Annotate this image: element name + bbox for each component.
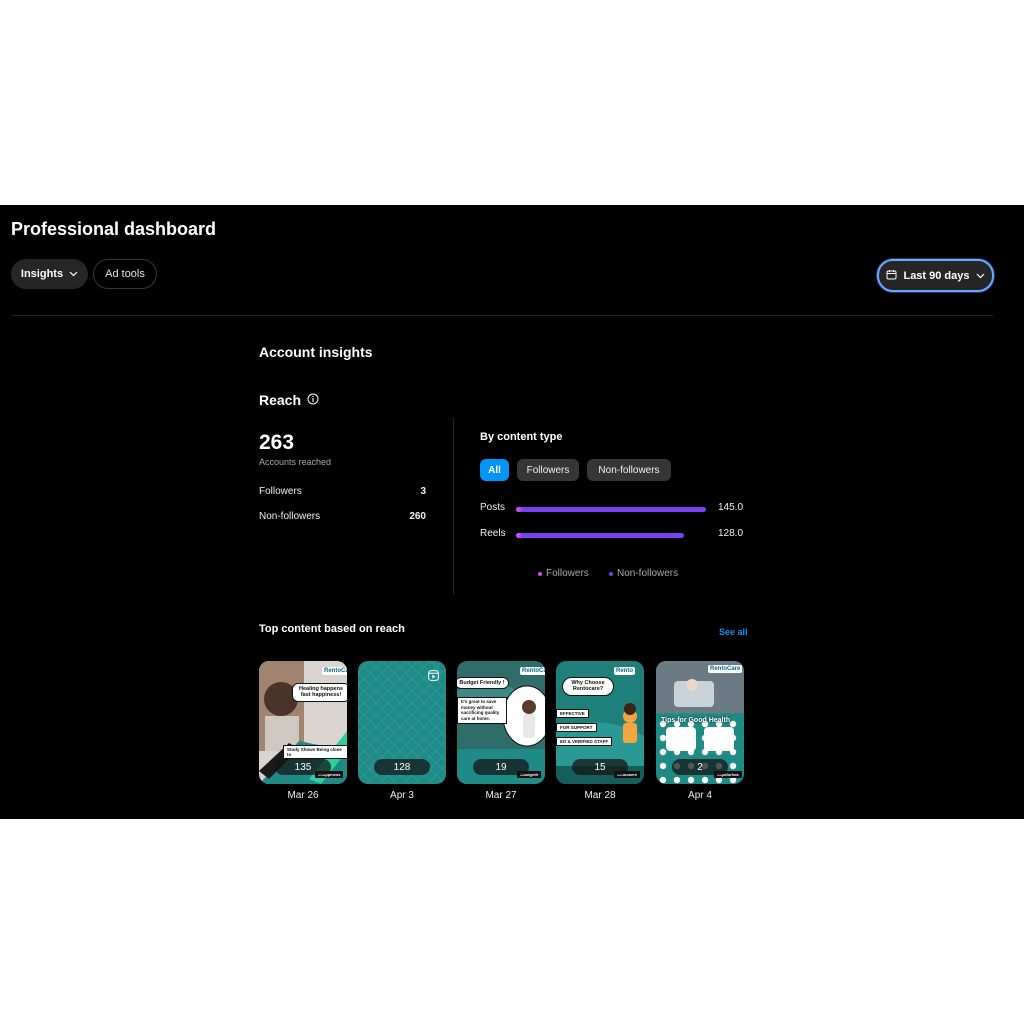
- ad-tools-tab-label: Ad tools: [105, 268, 145, 280]
- content-card[interactable]: 128: [358, 661, 446, 784]
- bar-non-followers: [516, 533, 684, 538]
- section-divider: [453, 418, 454, 594]
- thumbnail-text: It's great to save money without sacrifi…: [457, 697, 507, 724]
- legend-label: Followers: [546, 568, 589, 579]
- content-card[interactable]: RentoCa Healing happens fast happiness! …: [259, 661, 347, 784]
- content-card[interactable]: RentoCa Budget Friendly ! It's great to …: [457, 661, 545, 784]
- reach-count: 135: [275, 759, 331, 775]
- content-date: Mar 28: [584, 790, 616, 801]
- filter-all-button[interactable]: All: [480, 459, 509, 481]
- bar-followers: [516, 507, 521, 512]
- account-insights-title: Account insights: [259, 344, 373, 360]
- bar-track: [516, 507, 706, 512]
- legend-dot: [609, 571, 613, 576]
- filter-non-followers-button[interactable]: Non-followers: [587, 459, 671, 481]
- reach-row-non-followers: Non-followers 260: [259, 511, 426, 522]
- insights-tab-label: Insights: [20, 268, 64, 280]
- reach-row-value: 260: [409, 511, 426, 522]
- reach-row-value: 3: [420, 486, 426, 497]
- thumbnail-caption: Why Choose Rentocare?: [562, 677, 614, 696]
- content-date: Apr 4: [688, 790, 712, 801]
- brand-logo: RentoCa: [322, 667, 347, 675]
- bar-followers: [516, 533, 521, 538]
- bar-category-label: Posts: [480, 502, 506, 513]
- bar-category-label: Reels: [480, 528, 506, 539]
- ad-tools-tab[interactable]: Ad tools: [93, 259, 157, 289]
- legend-non-followers: Non-followers: [609, 568, 678, 579]
- reach-row-label: Non-followers: [259, 511, 321, 522]
- accounts-reached-count: 263: [259, 431, 295, 454]
- content-card[interactable]: RentoCare Tips for Good Health #tipsforh…: [656, 661, 744, 784]
- legend-followers: Followers: [538, 568, 589, 579]
- info-icon[interactable]: [307, 392, 319, 408]
- thumbnail-caption: Tips for Good Health: [661, 717, 731, 724]
- dashboard-window: Professional dashboard Insights Ad tools…: [0, 205, 1024, 819]
- thumbnail-text: Study Shows Being close to: [283, 745, 347, 759]
- insights-tab[interactable]: Insights: [11, 259, 88, 289]
- calendar-icon: [886, 269, 897, 283]
- thumbnail-text: ED & VERIFIED STAFF: [556, 737, 613, 746]
- see-all-link[interactable]: See all: [719, 627, 748, 637]
- chevron-down-icon: [69, 268, 78, 280]
- date-range-label: Last 90 days: [903, 269, 970, 282]
- content-date: Mar 27: [485, 790, 517, 801]
- bar-value-label: 145.0: [718, 502, 744, 513]
- reach-count: 19: [473, 759, 529, 775]
- by-content-type-title: By content type: [480, 431, 563, 443]
- reels-icon: [428, 668, 439, 686]
- bar-track: [516, 533, 706, 538]
- content-date: Apr 3: [390, 790, 414, 801]
- reach-title-text: Reach: [259, 392, 302, 408]
- header-divider: [11, 315, 993, 316]
- legend-label: Non-followers: [617, 568, 679, 579]
- thumbnail-text: EFFECTIVE: [556, 709, 589, 718]
- brand-logo: Rento: [614, 667, 635, 675]
- bar-value-label: 128.0: [718, 528, 744, 539]
- thumbnail-text: FOR SUPPORT: [556, 723, 597, 732]
- filter-followers-button[interactable]: Followers: [517, 459, 579, 481]
- brand-logo: RentoCare: [708, 665, 743, 673]
- brand-logo: RentoCa: [520, 667, 545, 675]
- reach-title: Reach: [259, 392, 319, 408]
- thumbnail-caption: Healing happens fast happiness!: [292, 683, 347, 702]
- reach-row-label: Followers: [259, 486, 302, 497]
- date-range-button[interactable]: Last 90 days: [877, 259, 994, 292]
- chevron-down-icon: [976, 270, 985, 282]
- bar-non-followers: [516, 507, 706, 512]
- accounts-reached-label: Accounts reached: [259, 457, 332, 467]
- reach-count: 2: [672, 759, 728, 775]
- top-content-title: Top content based on reach: [259, 623, 405, 635]
- page-title: Professional dashboard: [11, 219, 217, 239]
- reach-count: 15: [572, 759, 628, 775]
- thumbnail-caption: Budget Friendly !: [457, 677, 509, 690]
- reach-count: 128: [374, 759, 430, 775]
- content-date: Mar 26: [287, 790, 319, 801]
- reach-row-followers: Followers 3: [259, 486, 426, 497]
- legend-dot: [538, 571, 542, 576]
- content-card[interactable]: Rento Why Choose Rentocare? EFFECTIVE FO…: [556, 661, 644, 784]
